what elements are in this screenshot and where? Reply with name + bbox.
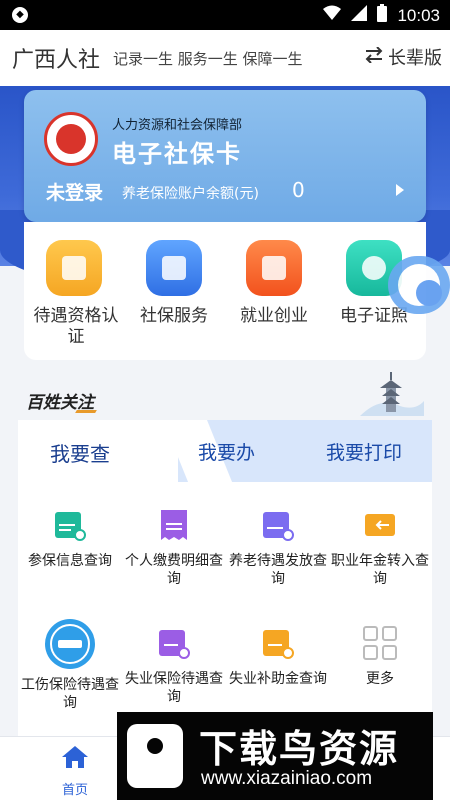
service-label: 养老待遇发放查询 <box>229 553 327 587</box>
watermark-url: www.xiazainiao.com <box>201 768 373 789</box>
tab-bar: 我要查 我要办 我要打印 <box>18 420 432 482</box>
service-work-injury[interactable]: 工伤保险待遇查询 <box>18 618 122 712</box>
social-security-logo-icon <box>44 112 98 166</box>
service-unemployment-subsidy[interactable]: 失业补助金查询 <box>226 626 330 688</box>
tab-print[interactable]: 我要打印 <box>326 438 402 465</box>
watermark-title: 下载鸟资源 <box>199 727 400 771</box>
service-more[interactable]: 更多 <box>328 626 432 688</box>
headset-icon <box>398 264 442 306</box>
tab-query[interactable]: 我要查 <box>50 438 110 467</box>
service-label: 参保信息查询 <box>28 553 112 569</box>
wifi-icon <box>323 5 342 26</box>
unemployment-icon <box>157 626 191 660</box>
service-panel: 我要查 我要办 我要打印 参保信息查询 个人缴费明细查询 养老待遇发放查询 职业… <box>18 420 432 736</box>
service-pension[interactable]: 养老待遇发放查询 <box>226 508 330 588</box>
bird-logo-icon <box>127 724 183 788</box>
app-brand: 广西人社 <box>12 48 101 73</box>
nav-home[interactable]: 首页 <box>48 745 102 798</box>
quick-item-label: 就业创业 <box>240 306 308 326</box>
balance-value: 0 <box>292 178 305 202</box>
quick-item-label: 社保服务 <box>140 306 208 326</box>
service-annuity[interactable]: 职业年金转入查询 <box>328 508 432 588</box>
tie-icon <box>146 240 202 296</box>
certification-icon <box>46 240 102 296</box>
tab-apply[interactable]: 我要办 <box>198 438 255 465</box>
quick-item-employment[interactable]: 就业创业 <box>224 240 324 327</box>
unemployment-subsidy-icon <box>261 626 295 660</box>
service-insured-info[interactable]: 参保信息查询 <box>18 508 122 570</box>
battery-icon <box>377 4 388 27</box>
service-label: 个人缴费明细查询 <box>125 553 223 587</box>
elder-mode-label: 长辈版 <box>388 48 442 69</box>
service-label: 工伤保险待遇查询 <box>21 677 119 711</box>
watermark: 下载鸟资源 www.xiazainiao.com <box>117 712 433 800</box>
service-label: 更多 <box>366 671 394 687</box>
customer-service-button[interactable] <box>388 256 450 314</box>
briefcase-icon <box>246 240 302 296</box>
home-icon <box>61 745 89 769</box>
quick-item-social-service[interactable]: 社保服务 <box>124 240 224 327</box>
insured-info-icon <box>53 508 87 542</box>
service-payment-detail[interactable]: 个人缴费明细查询 <box>122 508 226 588</box>
chevron-right-icon[interactable] <box>396 184 404 196</box>
service-label: 职业年金转入查询 <box>331 553 429 587</box>
grid-icon <box>363 626 397 660</box>
section-underline <box>75 410 97 413</box>
balance-label: 养老保险账户余额(元) <box>122 186 259 202</box>
pension-icon <box>261 508 295 542</box>
login-status[interactable]: 未登录 <box>46 178 103 205</box>
quick-services: 待遇资格认证 社保服务 就业创业 电子证照 <box>24 222 426 360</box>
tower-illustration-icon <box>360 366 424 416</box>
status-time: 10:03 <box>397 5 440 25</box>
service-label: 失业保险待遇查询 <box>125 671 223 705</box>
card-title: 电子社保卡 <box>112 140 242 168</box>
social-security-card[interactable]: 人力资源和社会保障部 电子社保卡 未登录 养老保险账户余额(元) 0 <box>24 90 426 222</box>
quick-item-label: 待遇资格认证 <box>33 306 119 347</box>
service-label: 失业补助金查询 <box>229 671 327 687</box>
top-bar: 广西人社 记录一生 服务一生 保障一生 长辈版 <box>0 30 450 86</box>
service-unemployment[interactable]: 失业保险待遇查询 <box>122 626 226 706</box>
elder-mode-button[interactable]: 长辈版 <box>364 44 442 70</box>
payment-detail-icon <box>157 508 191 542</box>
status-bar: ◆ 10:03 <box>0 0 450 30</box>
quick-item-certification[interactable]: 待遇资格认证 <box>24 240 124 348</box>
annuity-icon <box>363 508 397 542</box>
switch-icon <box>364 45 384 68</box>
card-department: 人力资源和社会保障部 <box>112 118 243 133</box>
shield-icon: ◆ <box>12 7 28 23</box>
signal-icon <box>351 5 368 26</box>
nav-home-label: 首页 <box>61 783 88 798</box>
app-slogan: 记录一生 服务一生 保障一生 <box>113 50 303 68</box>
hotline-12333-icon <box>44 618 96 670</box>
